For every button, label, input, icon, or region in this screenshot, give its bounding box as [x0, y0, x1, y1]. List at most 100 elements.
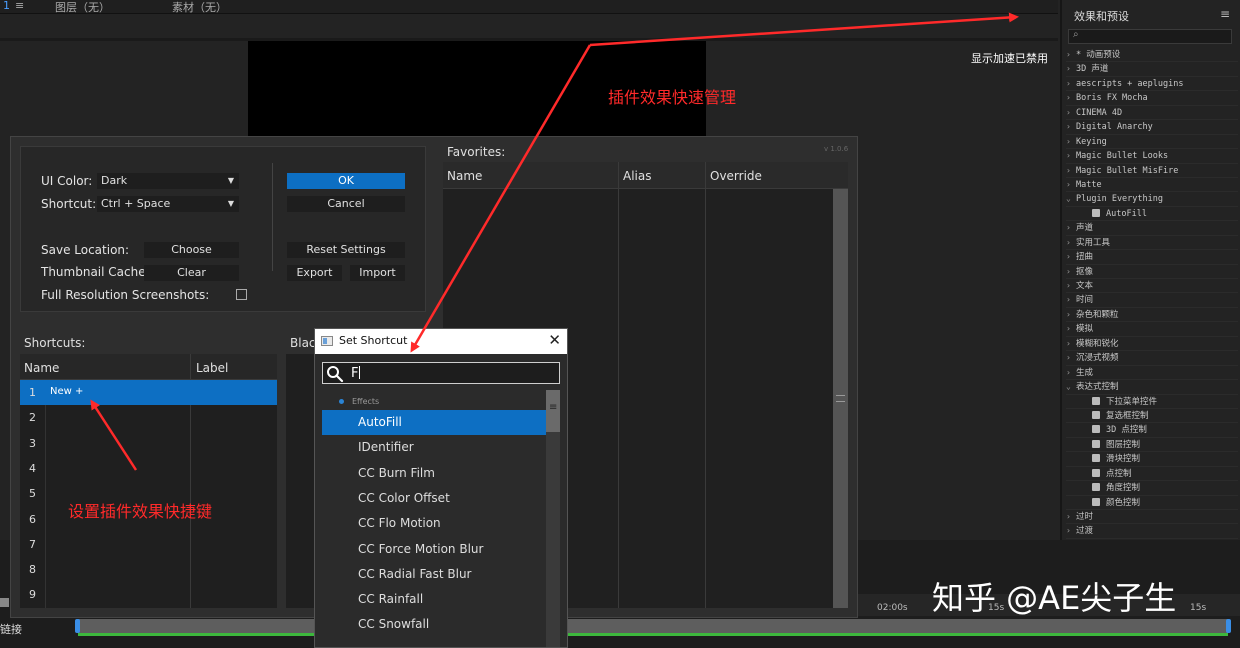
effect-item[interactable]: 角度控制 [1066, 481, 1238, 496]
favorites-col-name[interactable]: Name [447, 169, 482, 183]
effect-folder[interactable]: › 抠像 [1066, 265, 1238, 279]
chevron-right-icon[interactable]: › [1066, 236, 1076, 249]
shortcut-search-input[interactable]: F [322, 362, 560, 384]
clear-button[interactable]: Clear [144, 265, 239, 281]
chevron-right-icon[interactable]: › [1066, 510, 1076, 523]
effect-folder[interactable]: › 过时 [1066, 510, 1238, 525]
chevron-right-icon[interactable]: › [1066, 178, 1076, 191]
scroll-thumb[interactable] [546, 390, 560, 432]
shortcut-row[interactable]: 8 [20, 557, 277, 582]
chevron-right-icon[interactable]: › [1066, 250, 1076, 263]
effect-item[interactable]: AutoFill [1066, 207, 1238, 222]
cancel-button[interactable]: Cancel [287, 196, 405, 212]
effect-result-item[interactable]: CC Snowfall [322, 612, 546, 637]
chevron-right-icon[interactable]: › [1066, 164, 1076, 177]
effect-folder[interactable]: › Magic Bullet Looks [1066, 149, 1238, 164]
ui-color-dropdown[interactable]: Dark ▼ [97, 173, 239, 189]
effect-result-item[interactable]: CC Rainfall [322, 587, 546, 612]
close-icon[interactable]: ✕ [548, 331, 561, 349]
effect-folder[interactable]: › Magic Bullet MisFire [1066, 164, 1238, 178]
effect-item[interactable]: 颜色控制 [1066, 496, 1238, 510]
effect-folder[interactable]: › * 动画预设 [1066, 48, 1238, 63]
effect-item[interactable]: 下拉菜单控件 [1066, 395, 1238, 409]
chevron-right-icon[interactable]: › [1066, 322, 1076, 335]
favorites-scrollbar[interactable] [833, 189, 848, 608]
import-button[interactable]: Import [350, 265, 405, 281]
effect-folder[interactable]: › 模糊和锐化 [1066, 337, 1238, 352]
tab-footage[interactable]: 素材（无） [172, 0, 227, 15]
tab-layers[interactable]: 图层（无） [55, 0, 110, 15]
chevron-right-icon[interactable]: › [1066, 120, 1076, 133]
chevron-right-icon[interactable]: › [1066, 524, 1076, 537]
effect-folder[interactable]: › Keying [1066, 135, 1238, 150]
shortcut-row[interactable]: 7 [20, 532, 277, 557]
chevron-right-icon[interactable]: › [1066, 135, 1076, 148]
chevron-right-icon[interactable]: › [1066, 293, 1076, 306]
shortcut-row[interactable]: 3 [20, 431, 277, 456]
reset-settings-button[interactable]: Reset Settings [287, 242, 405, 258]
chevron-right-icon[interactable]: › [1066, 265, 1076, 278]
chevron-right-icon[interactable]: › [1066, 77, 1076, 90]
panel-tab-index[interactable]: 1 [3, 0, 10, 12]
effect-item[interactable]: 复选框控制 [1066, 409, 1238, 424]
export-button[interactable]: Export [287, 265, 342, 281]
effect-folder[interactable]: › 3D 声道 [1066, 62, 1238, 77]
chevron-down-icon[interactable]: ⌄ [1066, 380, 1076, 393]
effect-folder[interactable]: › Boris FX Mocha [1066, 91, 1238, 106]
effect-result-item[interactable]: CC Color Offset [322, 486, 546, 511]
shortcut-row[interactable]: 4 [20, 456, 277, 481]
shortcut-row[interactable]: 1 New + [20, 380, 277, 405]
effect-item[interactable]: 点控制 [1066, 467, 1238, 482]
effect-folder[interactable]: › 沉浸式视频 [1066, 351, 1238, 366]
effect-folder[interactable]: › Digital Anarchy [1066, 120, 1238, 135]
chevron-right-icon[interactable]: › [1066, 279, 1076, 292]
chevron-right-icon[interactable]: › [1066, 221, 1076, 234]
effect-folder[interactable]: › 过渡 [1066, 524, 1238, 539]
timeline-out-handle[interactable] [1226, 619, 1231, 633]
effect-folder[interactable]: › Matte [1066, 178, 1238, 193]
effect-folder[interactable]: › 文本 [1066, 279, 1238, 294]
timeline-layer-bar[interactable] [78, 619, 1228, 633]
effect-result-item[interactable]: CC Force Motion Blur [322, 537, 546, 562]
effect-folder[interactable]: › 杂色和颗粒 [1066, 308, 1238, 323]
effect-result-item[interactable]: CC Burn Film [322, 461, 546, 486]
timeline-toggle-icon[interactable] [0, 598, 9, 607]
chevron-right-icon[interactable]: › [1066, 62, 1076, 75]
chevron-right-icon[interactable]: › [1066, 91, 1076, 104]
timeline-in-handle[interactable] [75, 619, 80, 633]
effect-result-item[interactable]: CC Flo Motion [322, 511, 546, 536]
chevron-right-icon[interactable]: › [1066, 337, 1076, 350]
ok-button[interactable]: OK [287, 173, 405, 189]
chevron-right-icon[interactable]: › [1066, 106, 1076, 119]
effect-folder[interactable]: › 扭曲 [1066, 250, 1238, 265]
full-res-checkbox[interactable] [236, 289, 247, 300]
choose-button[interactable]: Choose [144, 242, 239, 258]
effect-result-item[interactable]: IDentifier [322, 435, 546, 460]
effect-folder[interactable]: › aescripts + aeplugins [1066, 77, 1238, 92]
effect-folder[interactable]: › 实用工具 [1066, 236, 1238, 251]
effect-item[interactable]: 图层控制 [1066, 438, 1238, 453]
chevron-right-icon[interactable]: › [1066, 48, 1076, 61]
effect-result-item[interactable]: CC Radial Fast Blur [322, 562, 546, 587]
chevron-down-icon[interactable]: ⌄ [1066, 192, 1076, 205]
effect-item[interactable]: 滑块控制 [1066, 452, 1238, 467]
chevron-right-icon[interactable]: › [1066, 149, 1076, 162]
effects-search-input[interactable]: ⌕ [1068, 29, 1232, 44]
effect-folder[interactable]: › 生成 [1066, 366, 1238, 381]
shortcut-row[interactable]: 2 [20, 405, 277, 430]
effect-result-item[interactable]: AutoFill [322, 410, 546, 435]
shortcut-dropdown[interactable]: Ctrl + Space ▼ [97, 196, 239, 212]
dialog-title-bar[interactable]: Set Shortcut ✕ [315, 329, 567, 354]
shortcuts-col-label[interactable]: Label [196, 361, 228, 375]
shortcut-row[interactable]: 9 [20, 582, 277, 607]
results-scrollbar[interactable] [546, 390, 560, 647]
panel-menu-icon[interactable]: ≡ [15, 0, 24, 12]
effect-folder[interactable]: › 时间 [1066, 293, 1238, 308]
effect-item[interactable]: 3D 点控制 [1066, 423, 1238, 438]
effect-folder[interactable]: › CINEMA 4D [1066, 106, 1238, 121]
effect-folder[interactable]: ⌄ 表达式控制 [1066, 380, 1238, 395]
favorites-col-override[interactable]: Override [710, 169, 762, 183]
chevron-right-icon[interactable]: › [1066, 366, 1076, 379]
chevron-right-icon[interactable]: › [1066, 351, 1076, 364]
effects-panel-menu-icon[interactable]: ≡ [1220, 7, 1230, 21]
